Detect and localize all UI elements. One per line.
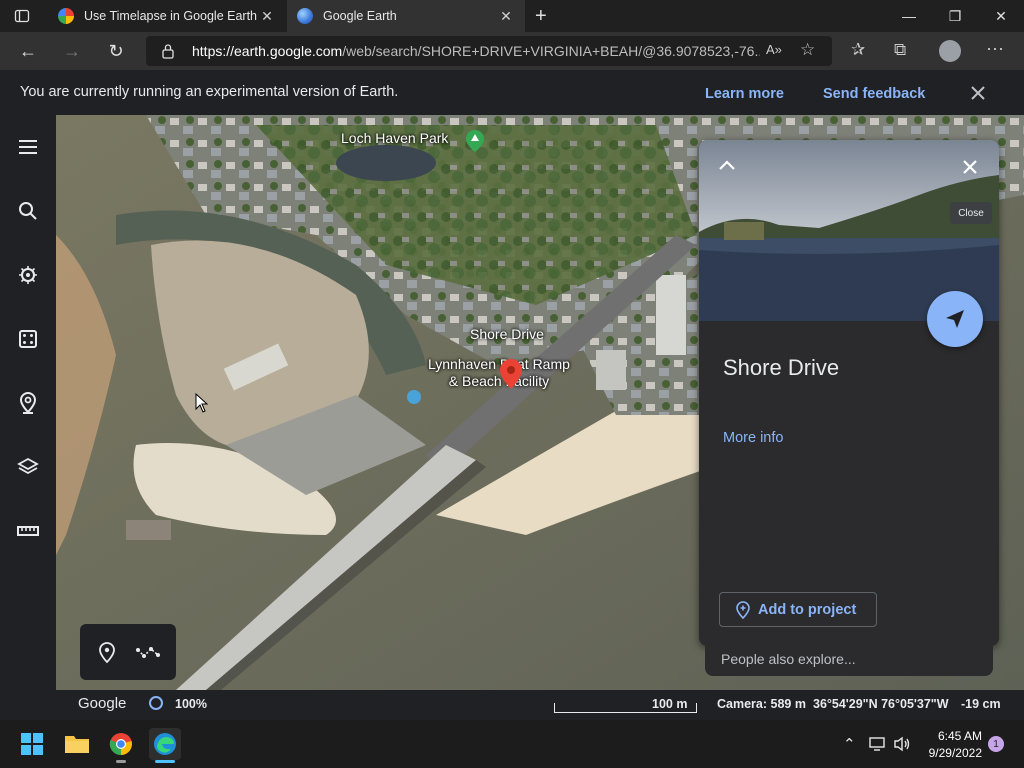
network-icon[interactable] <box>869 737 887 751</box>
lock-icon[interactable] <box>161 43 175 59</box>
mouse-cursor-icon <box>195 393 209 413</box>
tray-chevron-up-icon[interactable]: ⌃ <box>843 735 856 753</box>
chrome-icon[interactable] <box>105 728 137 760</box>
more-menu-icon[interactable]: ··· <box>986 38 1004 59</box>
clock-time[interactable]: 6:45 AM <box>934 729 982 743</box>
voyager-icon[interactable] <box>14 261 42 289</box>
scale-label: 100 m <box>652 697 688 711</box>
feeling-lucky-dice-icon[interactable] <box>14 325 42 353</box>
add-placemark-icon[interactable] <box>98 642 116 664</box>
close-tooltip: Close <box>950 202 992 224</box>
file-explorer-icon[interactable] <box>61 728 93 760</box>
add-favorite-icon[interactable]: ☆ <box>800 40 815 60</box>
more-info-link[interactable]: More info <box>723 430 783 446</box>
fly-to-icon <box>946 310 964 328</box>
new-tab-icon[interactable]: + <box>535 5 547 28</box>
google-earth-favicon-icon <box>297 8 313 24</box>
park-marker-icon[interactable] <box>466 130 484 152</box>
collections-icon[interactable]: ⧉ <box>894 40 906 60</box>
add-to-project-button[interactable]: Add to project <box>719 592 877 627</box>
loading-ring-icon <box>149 696 163 710</box>
projects-pin-icon[interactable] <box>14 389 42 417</box>
measure-ruler-icon[interactable] <box>14 517 42 545</box>
draw-line-icon[interactable] <box>136 645 160 659</box>
tab-actions-icon[interactable] <box>14 8 30 24</box>
google-favicon-icon <box>58 8 74 24</box>
map-style-layers-icon[interactable] <box>14 453 42 481</box>
window-close-icon[interactable]: ✕ <box>978 0 1024 32</box>
search-icon[interactable] <box>14 197 42 225</box>
map-label-facility[interactable]: Lynnhaven Boat Ramp & Beach Facility <box>428 356 570 390</box>
url-text[interactable]: https://earth.google.com/web/search/SHOR… <box>192 43 760 59</box>
elevation: -19 cm <box>961 697 1001 711</box>
send-feedback-link[interactable]: Send feedback <box>823 86 925 102</box>
notification-badge[interactable]: 1 <box>988 736 1004 752</box>
menu-icon[interactable] <box>14 133 42 161</box>
favorites-icon[interactable]: ✰ <box>851 40 865 60</box>
google-logo: Google <box>78 695 127 712</box>
map-label-street[interactable]: Shore Drive <box>470 326 544 342</box>
add-pin-icon <box>736 600 750 619</box>
minimize-icon[interactable]: — <box>886 0 932 32</box>
edge-active-indicator <box>155 760 175 763</box>
banner-message: You are currently running an experimenta… <box>20 84 399 100</box>
tab-timelapse[interactable]: Use Timelapse in Google Earth - ✕ <box>48 0 286 32</box>
restore-icon[interactable]: ❐ <box>932 0 978 32</box>
volume-icon[interactable] <box>893 736 911 752</box>
refresh-icon[interactable]: ↻ <box>103 38 129 64</box>
banner-close-icon[interactable] <box>969 84 987 102</box>
coordinates: 36°54'29"N 76°05'37"W <box>813 697 949 711</box>
edge-icon[interactable] <box>149 728 181 760</box>
location-pin-icon[interactable] <box>500 359 522 389</box>
learn-more-link[interactable]: Learn more <box>705 86 784 102</box>
fly-to-button[interactable] <box>927 291 983 347</box>
panel-close-icon[interactable] <box>961 158 979 176</box>
place-title: Shore Drive <box>723 355 840 380</box>
back-icon[interactable]: ← <box>15 38 41 64</box>
chrome-running-indicator <box>116 760 126 763</box>
close-tab-icon[interactable]: ✕ <box>497 8 515 25</box>
people-also-explore[interactable]: People also explore... <box>705 646 993 676</box>
map-label-park[interactable]: Loch Haven Park <box>341 130 448 146</box>
zoom-level: 100% <box>175 697 207 711</box>
close-tab-icon[interactable]: ✕ <box>258 8 276 25</box>
profile-avatar[interactable] <box>939 40 961 62</box>
clock-date[interactable]: 9/29/2022 <box>918 746 982 760</box>
camera-altitude: Camera: 589 m <box>717 697 806 711</box>
map-tools-box <box>80 624 176 680</box>
windows-start-icon[interactable] <box>16 728 48 760</box>
collapse-chevron-up-icon[interactable] <box>717 158 737 172</box>
forward-icon[interactable]: → <box>59 38 85 64</box>
read-aloud-icon[interactable]: A» <box>766 42 782 57</box>
tab-google-earth[interactable]: Google Earth ✕ <box>287 0 525 32</box>
